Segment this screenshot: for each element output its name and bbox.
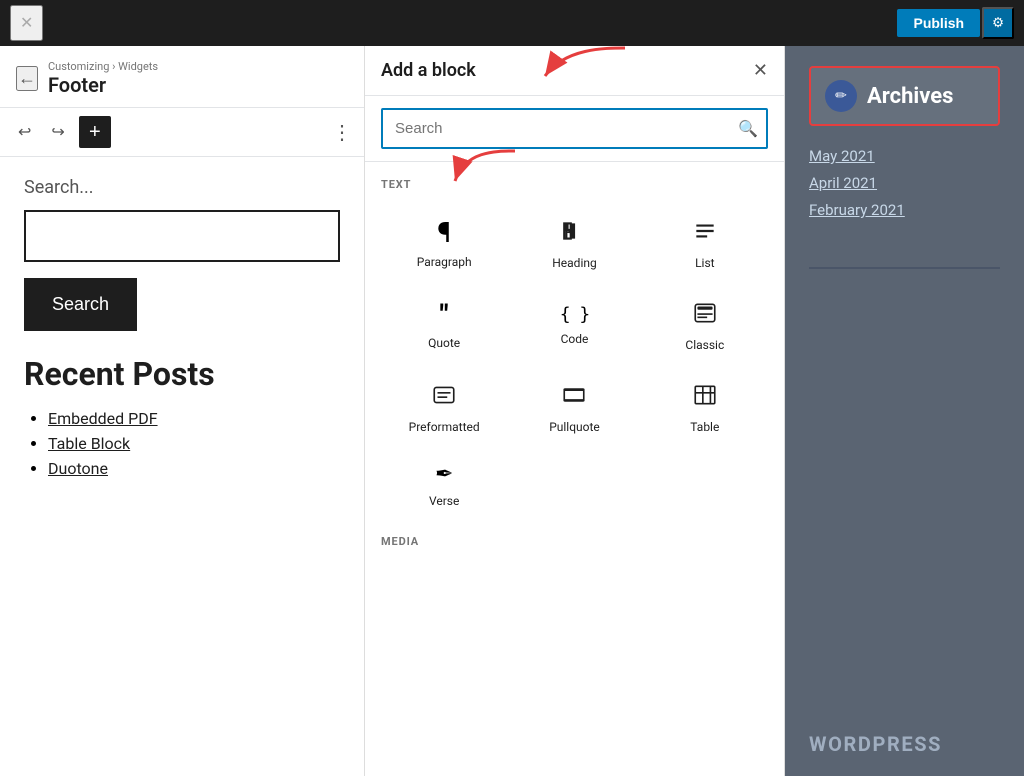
more-options-button[interactable]: ⋮ bbox=[332, 120, 352, 145]
add-block-toolbar-button[interactable]: + bbox=[79, 116, 111, 148]
preformatted-icon bbox=[431, 382, 457, 412]
sidebar-toolbar: ↩ ↪ + ⋮ bbox=[0, 108, 364, 157]
verse-label: Verse bbox=[429, 494, 459, 508]
wordpress-label: WORDPRESS bbox=[809, 732, 1000, 756]
verse-icon: ✒ bbox=[435, 464, 453, 486]
panel-search-area: 🔍 bbox=[365, 96, 784, 162]
panel-title-text: Add a block bbox=[381, 60, 476, 81]
paragraph-label: Paragraph bbox=[417, 255, 472, 269]
breadcrumb-area: Customizing › Widgets Footer bbox=[48, 60, 348, 97]
list-item: Duotone bbox=[48, 459, 340, 478]
top-bar: ✕ Publish ⚙ bbox=[0, 0, 1024, 46]
quote-icon: " bbox=[440, 302, 448, 328]
divider bbox=[809, 267, 1000, 269]
media-section-label: MEDIA bbox=[381, 535, 768, 548]
archives-widget: ✏ Archives bbox=[809, 66, 1000, 126]
quote-block[interactable]: " Quote bbox=[381, 285, 507, 363]
table-block[interactable]: Table bbox=[642, 367, 768, 445]
post-link[interactable]: Table Block bbox=[48, 434, 130, 453]
svg-text:H: H bbox=[565, 224, 576, 242]
right-panel: ✏ Archives May 2021 April 2021 February … bbox=[785, 46, 1024, 776]
breadcrumb: Customizing › Widgets bbox=[48, 60, 348, 73]
search-widget-label: Search... bbox=[24, 177, 340, 198]
undo-button[interactable]: ↩ bbox=[12, 118, 37, 146]
list-item: Table Block bbox=[48, 434, 340, 453]
classic-label: Classic bbox=[685, 338, 724, 352]
preformatted-label: Preformatted bbox=[409, 420, 480, 434]
archives-list: May 2021 April 2021 February 2021 bbox=[809, 146, 1000, 227]
list-item: Embedded PDF bbox=[48, 409, 340, 428]
archives-icon-circle: ✏ bbox=[825, 80, 857, 112]
quote-label: Quote bbox=[428, 336, 460, 350]
search-input-wrapper: 🔍 bbox=[381, 108, 768, 149]
archive-link[interactable]: February 2021 bbox=[809, 201, 905, 219]
code-icon: { } bbox=[560, 306, 590, 324]
panel-content: TEXT ¶ Paragraph H Heading bbox=[365, 162, 784, 776]
classic-block[interactable]: Classic bbox=[642, 285, 768, 363]
paragraph-block[interactable]: ¶ Paragraph bbox=[381, 203, 507, 281]
table-label: Table bbox=[690, 420, 719, 434]
main-layout: ← Customizing › Widgets Footer ↩ ↪ + ⋮ S… bbox=[0, 46, 1024, 776]
recent-posts-title: Recent Posts bbox=[24, 355, 340, 393]
list-item: February 2021 bbox=[809, 200, 1000, 219]
back-button[interactable]: ← bbox=[16, 66, 38, 91]
panel-close-button[interactable]: ✕ bbox=[753, 60, 768, 81]
search-submit-icon[interactable]: 🔍 bbox=[738, 119, 758, 139]
post-link[interactable]: Duotone bbox=[48, 459, 108, 478]
archives-title: Archives bbox=[867, 84, 953, 109]
pullquote-block[interactable]: Pullquote bbox=[511, 367, 637, 445]
pullquote-icon bbox=[561, 382, 587, 412]
classic-icon bbox=[692, 300, 718, 330]
archive-link[interactable]: April 2021 bbox=[809, 174, 877, 192]
panel-header: Add a block ✕ bbox=[365, 46, 784, 96]
text-blocks-grid: ¶ Paragraph H Heading bbox=[381, 203, 768, 519]
archives-edit-icon: ✏ bbox=[835, 88, 847, 104]
heading-block[interactable]: H Heading bbox=[511, 203, 637, 281]
redo-button[interactable]: ↪ bbox=[45, 118, 70, 146]
search-widget-button[interactable]: Search bbox=[24, 278, 137, 331]
post-link[interactable]: Embedded PDF bbox=[48, 409, 158, 428]
code-label: Code bbox=[561, 332, 589, 346]
search-widget-box[interactable] bbox=[24, 210, 340, 262]
heading-label: Heading bbox=[552, 256, 597, 270]
publish-button[interactable]: Publish bbox=[897, 9, 980, 37]
sidebar-content: Search... Search Recent Posts Embedded P… bbox=[0, 157, 364, 776]
pullquote-label: Pullquote bbox=[549, 420, 600, 434]
list-item: May 2021 bbox=[809, 146, 1000, 165]
list-label: List bbox=[695, 256, 715, 270]
left-sidebar: ← Customizing › Widgets Footer ↩ ↪ + ⋮ S… bbox=[0, 46, 365, 776]
gear-icon: ⚙ bbox=[992, 15, 1004, 31]
preformatted-block[interactable]: Preformatted bbox=[381, 367, 507, 445]
add-block-panel: Add a block ✕ 🔍 bbox=[365, 46, 785, 776]
list-icon bbox=[692, 218, 718, 248]
publish-label: Publish bbox=[913, 15, 964, 31]
block-search-input[interactable] bbox=[381, 108, 768, 149]
sidebar-title: Footer bbox=[48, 73, 348, 97]
code-block[interactable]: { } Code bbox=[511, 285, 637, 363]
sidebar-header: ← Customizing › Widgets Footer bbox=[0, 46, 364, 108]
list-block[interactable]: List bbox=[642, 203, 768, 281]
paragraph-icon: ¶ bbox=[437, 219, 451, 247]
panel-title: Add a block bbox=[381, 60, 476, 81]
table-icon bbox=[692, 382, 718, 412]
archive-link[interactable]: May 2021 bbox=[809, 147, 875, 165]
recent-posts-list: Embedded PDF Table Block Duotone bbox=[24, 409, 340, 478]
publish-settings-button[interactable]: ⚙ bbox=[982, 7, 1014, 39]
heading-icon: H bbox=[561, 218, 587, 248]
verse-block[interactable]: ✒ Verse bbox=[381, 449, 507, 519]
close-editor-button[interactable]: ✕ bbox=[10, 5, 43, 41]
text-section-label: TEXT bbox=[381, 178, 768, 191]
list-item: April 2021 bbox=[809, 173, 1000, 192]
